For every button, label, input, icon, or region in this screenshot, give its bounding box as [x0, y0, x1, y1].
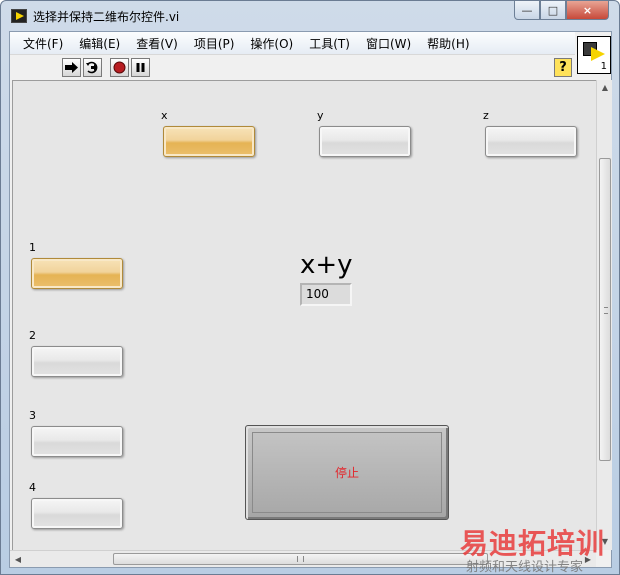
- menu-tools[interactable]: 工具(T): [301, 35, 358, 52]
- vertical-scroll-thumb[interactable]: [599, 158, 611, 461]
- menu-operate[interactable]: 操作(O): [242, 35, 301, 52]
- button-3-label: 3: [29, 409, 36, 422]
- button-1-label: 1: [29, 241, 36, 254]
- menu-file[interactable]: 文件(F): [15, 35, 71, 52]
- boolean-button-3[interactable]: [31, 426, 123, 457]
- button-4-label: 4: [29, 481, 36, 494]
- menu-view[interactable]: 查看(V): [128, 35, 186, 52]
- maximize-button[interactable]: □: [540, 1, 566, 20]
- indicator-label: x+y: [300, 250, 353, 280]
- stop-button[interactable]: 停止: [245, 425, 449, 520]
- labview-vi-icon: [11, 9, 27, 23]
- run-continuously-icon[interactable]: [83, 58, 102, 77]
- boolean-button-y[interactable]: [319, 126, 411, 157]
- boolean-button-2[interactable]: [31, 346, 123, 377]
- window-title: 选择并保持二维布尔控件.vi: [33, 10, 180, 24]
- button-x-label: x: [161, 109, 168, 122]
- watermark: 易迪拓培训 射频和天线设计专家: [456, 522, 616, 575]
- boolean-button-1[interactable]: [31, 258, 123, 289]
- vi-icon-number: 1: [600, 61, 607, 72]
- vi-front-panel-frame: 文件(F) 编辑(E) 查看(V) 项目(P) 操作(O) 工具(T) 窗口(W…: [9, 31, 612, 568]
- vi-window: 选择并保持二维布尔控件.vi — □ × 文件(F) 编辑(E) 查看(V) 项…: [0, 0, 620, 575]
- grip-icon: [297, 556, 304, 562]
- context-help-button[interactable]: ?: [554, 58, 572, 77]
- button-2-label: 2: [29, 329, 36, 342]
- scroll-left-icon[interactable]: ◀: [10, 551, 26, 568]
- vertical-scrollbar[interactable]: ▲ ▼: [596, 80, 612, 550]
- menu-edit[interactable]: 编辑(E): [71, 35, 128, 52]
- horizontal-scroll-thumb[interactable]: [113, 553, 488, 565]
- boolean-button-x[interactable]: [163, 126, 255, 157]
- boolean-button-4[interactable]: [31, 498, 123, 529]
- vi-icon-arrow: [591, 47, 605, 61]
- front-panel: x y z 1 2 3 4 x+y 100 停止: [12, 80, 596, 550]
- button-y-label: y: [317, 109, 324, 122]
- boolean-button-z[interactable]: [485, 126, 577, 157]
- numeric-indicator: 100: [300, 283, 352, 306]
- watermark-subtitle: 射频和天线设计专家: [466, 560, 584, 575]
- menu-window[interactable]: 窗口(W): [358, 35, 419, 52]
- title-bar[interactable]: 选择并保持二维布尔控件.vi — □ ×: [1, 1, 619, 31]
- menu-help[interactable]: 帮助(H): [419, 35, 477, 52]
- window-controls: — □ ×: [514, 1, 609, 20]
- stop-button-label: 停止: [334, 466, 359, 480]
- grip-icon: [604, 307, 608, 314]
- menu-bar: 文件(F) 编辑(E) 查看(V) 项目(P) 操作(O) 工具(T) 窗口(W…: [10, 32, 575, 54]
- abort-execution-icon[interactable]: [110, 58, 129, 77]
- scroll-up-icon[interactable]: ▲: [597, 80, 613, 96]
- menu-project[interactable]: 项目(P): [186, 35, 243, 52]
- button-z-label: z: [483, 109, 489, 122]
- run-arrow-icon[interactable]: [62, 58, 81, 77]
- vi-connector-icon[interactable]: 1: [577, 36, 611, 74]
- close-button[interactable]: ×: [566, 1, 609, 20]
- minimize-button[interactable]: —: [514, 1, 540, 20]
- pause-icon[interactable]: [131, 58, 150, 77]
- toolbar: ?: [10, 54, 575, 79]
